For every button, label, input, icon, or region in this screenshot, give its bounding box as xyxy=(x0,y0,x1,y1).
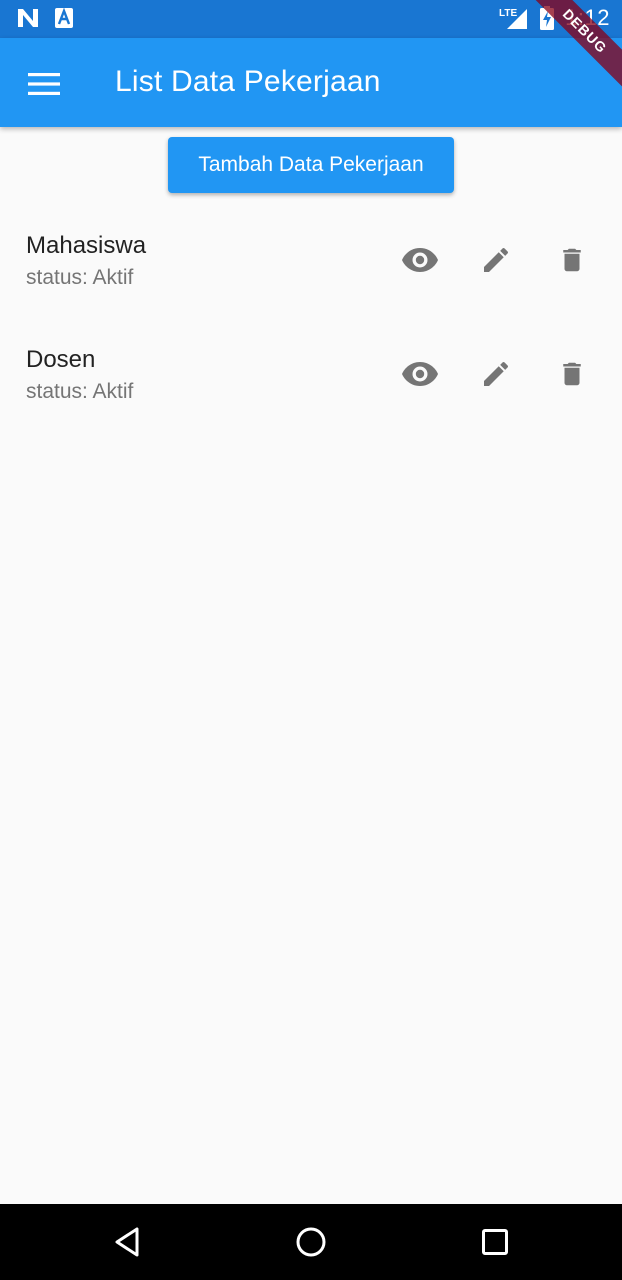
eye-icon xyxy=(402,362,438,386)
pencil-icon xyxy=(484,247,509,272)
edit-button[interactable] xyxy=(472,232,520,288)
delete-button[interactable] xyxy=(548,232,596,288)
job-actions xyxy=(396,232,596,288)
job-list: Mahasiswa status: Aktif Dosen status: Ak… xyxy=(0,210,622,438)
job-name: Mahasiswa xyxy=(26,232,147,259)
a-icon xyxy=(55,7,73,28)
back-button[interactable] xyxy=(107,1222,147,1262)
pencil-icon xyxy=(484,361,509,386)
menu-button[interactable] xyxy=(14,54,74,114)
lte-signal-icon: LTE xyxy=(499,8,528,29)
recent-apps-button[interactable] xyxy=(475,1222,515,1262)
notification-area xyxy=(16,7,74,29)
add-job-button[interactable]: Tambah Data Pekerjaan xyxy=(168,137,454,193)
job-actions xyxy=(396,346,596,402)
view-button[interactable] xyxy=(396,346,444,402)
n-icon xyxy=(18,9,38,27)
home-button[interactable] xyxy=(291,1222,331,1262)
job-status: status: Aktif xyxy=(26,266,134,289)
delete-button[interactable] xyxy=(548,346,596,402)
status-bar: LTE 1:12 xyxy=(0,0,622,38)
home-circle-icon xyxy=(296,1227,326,1257)
list-item: Mahasiswa status: Aktif xyxy=(0,210,622,324)
page-title: List Data Pekerjaan xyxy=(115,65,381,98)
back-triangle-icon xyxy=(115,1227,139,1257)
edit-button[interactable] xyxy=(472,346,520,402)
view-button[interactable] xyxy=(396,232,444,288)
menu-icon xyxy=(28,73,60,95)
job-status: status: Aktif xyxy=(26,380,134,403)
list-item: Dosen status: Aktif xyxy=(0,324,622,438)
app-bar: List Data Pekerjaan xyxy=(0,38,622,127)
job-name: Dosen xyxy=(26,346,96,373)
eye-icon xyxy=(402,248,438,272)
trash-icon xyxy=(563,362,581,386)
system-nav-bar xyxy=(0,1204,622,1280)
trash-icon xyxy=(563,248,581,272)
recent-square-icon xyxy=(482,1229,508,1255)
svg-text:LTE: LTE xyxy=(499,8,517,19)
